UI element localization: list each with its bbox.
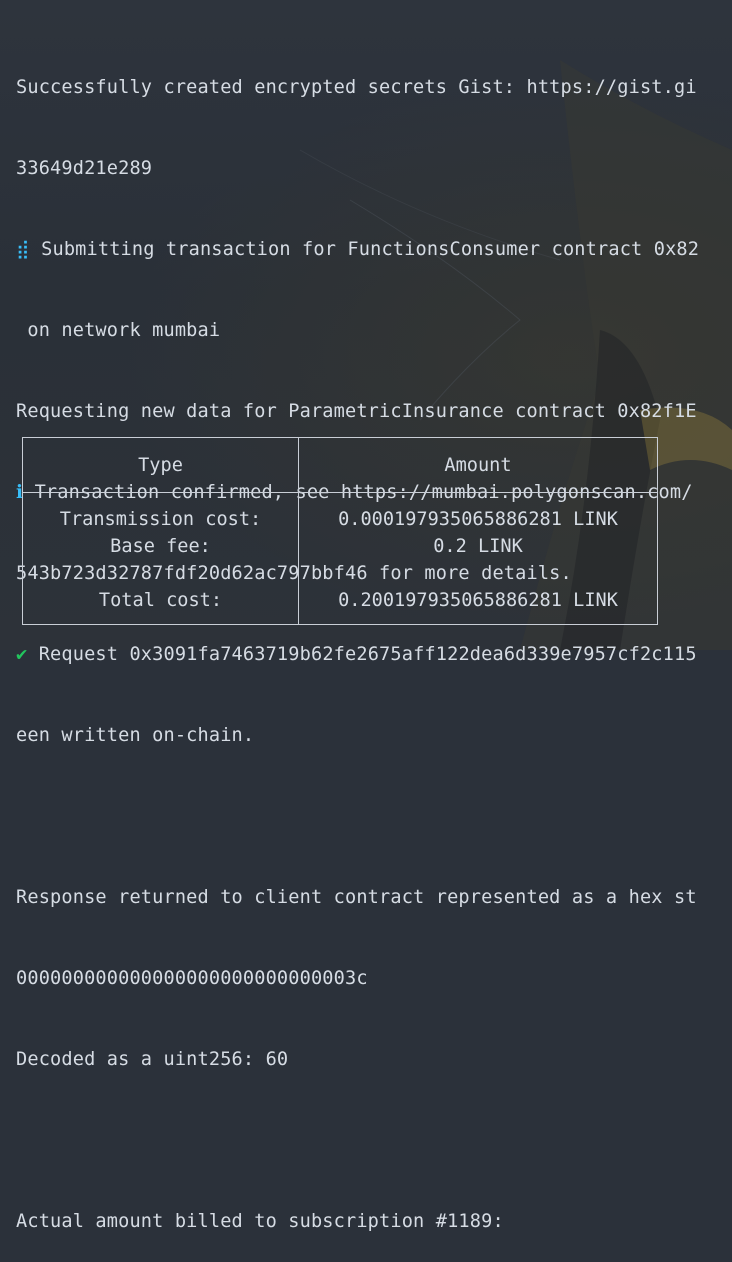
output-line-decoded: Decoded as a uint256: 60: [16, 1049, 289, 1070]
table-cell-type: Base fee:: [110, 536, 211, 557]
check-icon: ✔: [16, 644, 28, 665]
output-line-blank: [16, 803, 732, 830]
table-header-divider: [23, 492, 657, 493]
output-line-written: een written on-chain.: [16, 725, 255, 746]
output-line-billed: Actual amount billed to subscription #11…: [16, 1211, 504, 1232]
table-cell-amount: 0.2 LINK: [433, 536, 523, 557]
terminal-output: Successfully created encrypted secrets G…: [16, 20, 732, 1262]
output-line-submitting: ⣾ Submitting transaction for FunctionsCo…: [16, 239, 700, 260]
table-cell-type: Transmission cost:: [59, 509, 262, 530]
spinner-icon: ⣾: [16, 239, 30, 260]
output-line-gist: Successfully created encrypted secrets G…: [16, 77, 697, 98]
table-cell-total-label: Total cost:: [98, 590, 223, 611]
output-line-requesting: Requesting new data for ParametricInsura…: [16, 401, 697, 422]
output-line-request: ✔ Request 0x3091fa7463719b62fe2675aff122…: [16, 644, 697, 665]
table-cell-total-amount: 0.200197935065886281 LINK: [338, 590, 618, 611]
output-line-response: Response returned to client contract rep…: [16, 887, 697, 908]
table-header-type: Type: [138, 455, 183, 476]
table-header-amount: Amount: [444, 455, 512, 476]
output-line-gist-continued: 33649d21e289: [16, 158, 153, 179]
output-line-network: on network mumbai: [16, 320, 221, 341]
table-cell-amount: 0.000197935065886281 LINK: [338, 509, 618, 530]
output-line-blank: [16, 1127, 732, 1154]
output-line-hex: 000000000000000000000000000003c: [16, 968, 368, 989]
billing-table: Type Amount Transmission cost: 0.0001979…: [22, 437, 658, 625]
